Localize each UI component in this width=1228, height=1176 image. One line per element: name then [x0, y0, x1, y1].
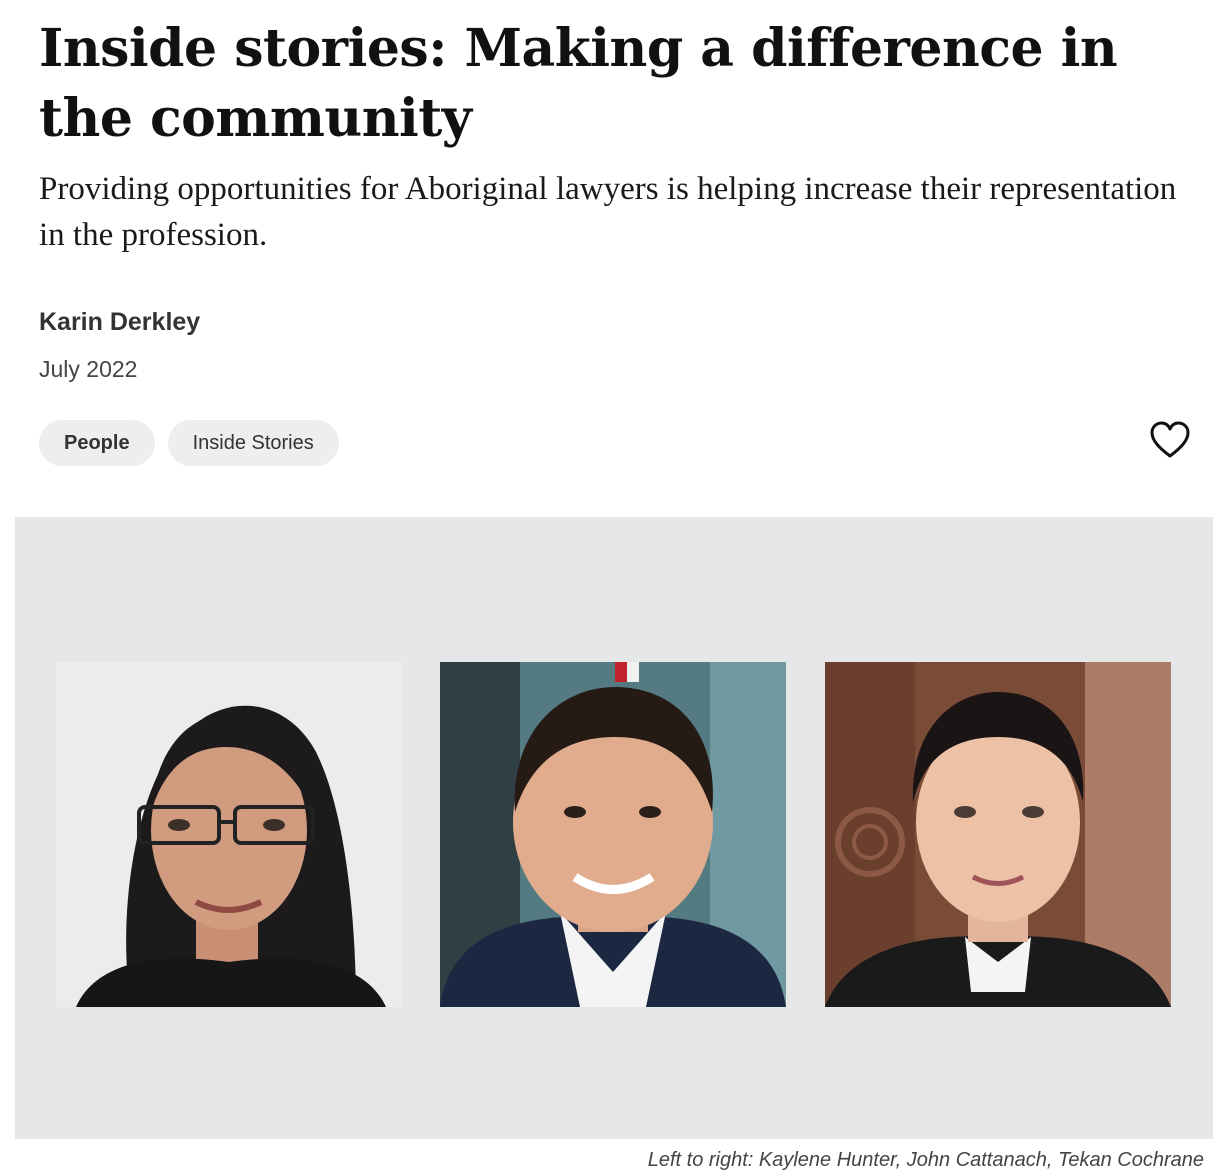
heart-icon[interactable]	[1148, 418, 1192, 462]
author-name[interactable]: Karin Derkley	[39, 306, 200, 338]
tag-people[interactable]: People	[39, 420, 155, 466]
portrait-photo	[56, 662, 402, 1007]
portrait-photo	[825, 662, 1171, 1007]
article-subtitle: Providing opportunities for Aboriginal l…	[39, 171, 1177, 253]
portrait-photo	[440, 662, 786, 1007]
article-title: Inside stories: Making a difference in t…	[39, 18, 1118, 149]
publish-date: July 2022	[39, 356, 138, 382]
hero-image	[15, 517, 1213, 1139]
tag-inside-stories[interactable]: Inside Stories	[167, 420, 339, 466]
image-caption: Left to right: Kaylene Hunter, John Catt…	[647, 1149, 1204, 1171]
tag-list: People Inside Stories	[39, 420, 339, 466]
